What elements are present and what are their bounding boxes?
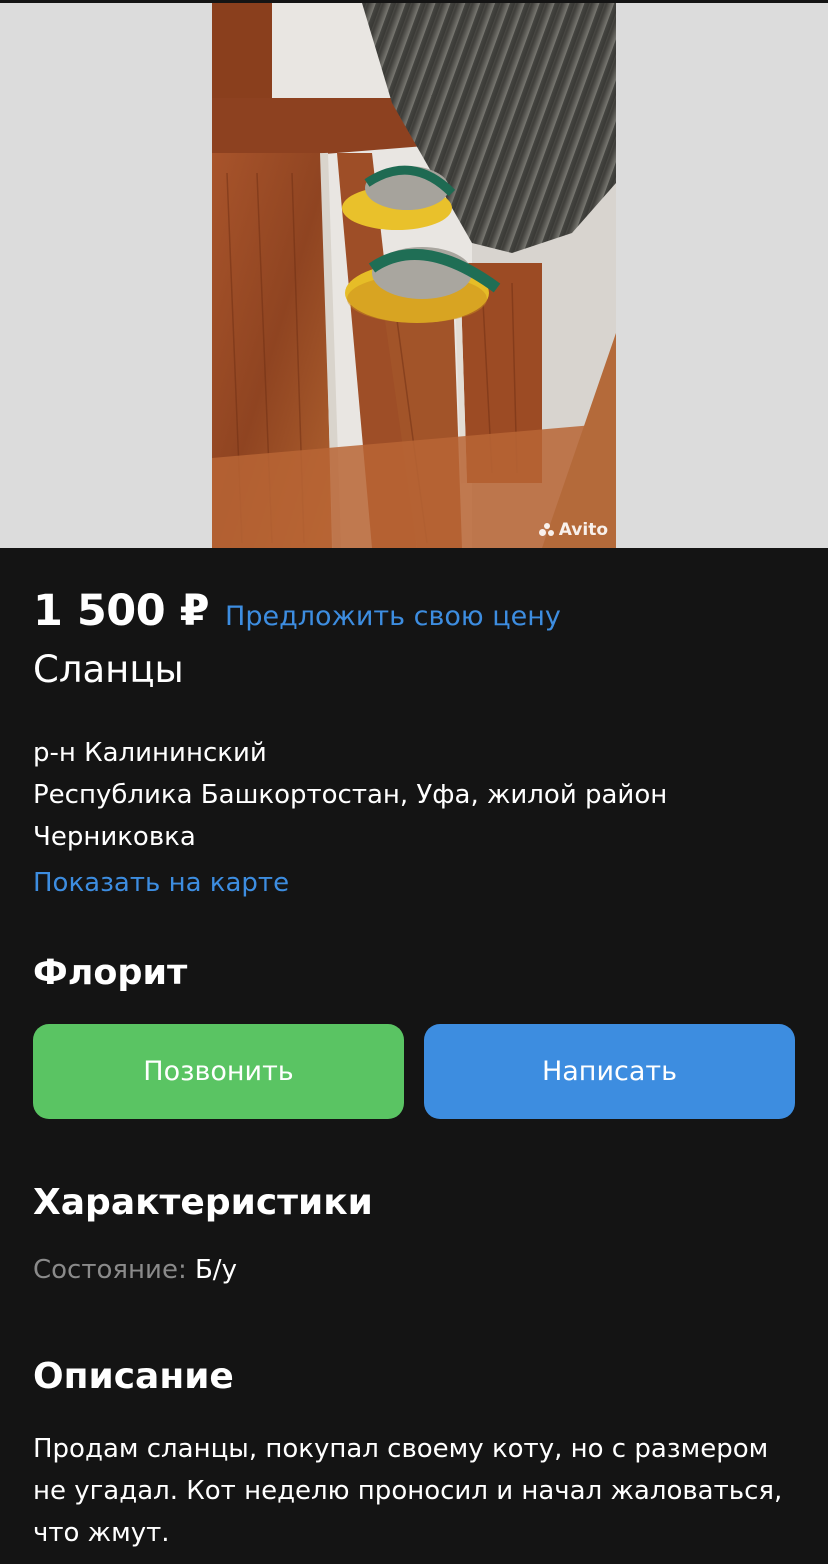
price-row: 1 500 ₽ Предложить свою цену [33, 586, 561, 636]
photo-gallery[interactable]: Avito [0, 0, 828, 548]
address-line-1: Республика Башкортостан, Уфа, жилой райо… [33, 780, 668, 810]
listing-title: Сланцы [33, 648, 184, 691]
listing-photo[interactable]: Avito [212, 3, 616, 548]
spec-value: Б/у [194, 1255, 237, 1285]
address-district: р-н Калининский [33, 738, 267, 768]
seller-name[interactable]: Флорит [33, 953, 187, 993]
characteristics-heading: Характеристики [33, 1182, 373, 1223]
description-text: Продам сланцы, покупал своему коту, но с… [33, 1434, 783, 1548]
offer-price-link[interactable]: Предложить свою цену [225, 601, 561, 632]
write-message-button[interactable]: Написать [424, 1024, 795, 1119]
watermark-text: Avito [558, 520, 608, 540]
call-button[interactable]: Позвонить [33, 1024, 404, 1119]
address-line-2: Черниковка [33, 822, 196, 852]
avito-logo-icon [538, 523, 557, 537]
address-block: р-н Калининский Республика Башкортостан,… [33, 732, 667, 904]
spec-row-condition: Состояние: Б/у [33, 1255, 237, 1285]
description-heading: Описание [33, 1356, 234, 1397]
avito-watermark: Avito [538, 520, 608, 540]
listing-page: Avito 1 500 ₽ Предложить свою цену Сланц… [0, 0, 828, 1564]
show-on-map-link[interactable]: Показать на карте [33, 862, 667, 904]
spec-key: Состояние: [33, 1255, 187, 1285]
price: 1 500 ₽ [33, 586, 210, 636]
